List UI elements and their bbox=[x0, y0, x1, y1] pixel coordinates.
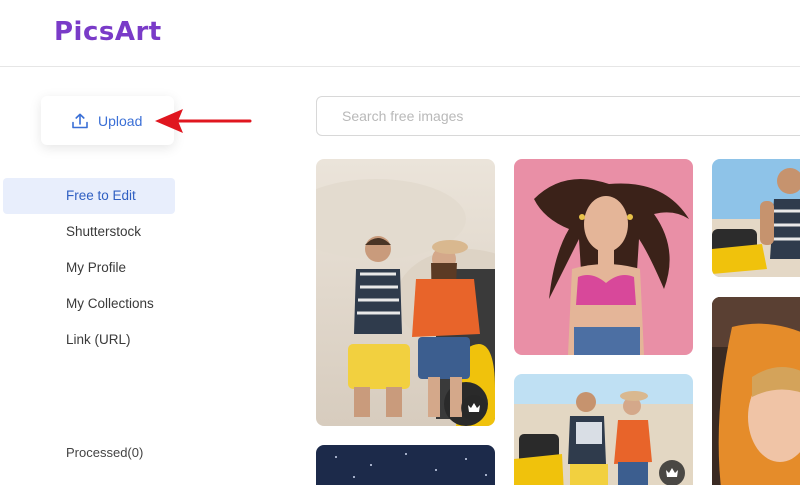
upload-icon bbox=[71, 112, 89, 130]
image-thumbnail-night-sky[interactable] bbox=[316, 445, 495, 485]
search-input[interactable] bbox=[317, 97, 800, 135]
man-quad-image bbox=[712, 159, 800, 277]
image-thumbnail-woman-pink[interactable] bbox=[514, 159, 693, 355]
woman-portrait-image bbox=[712, 297, 800, 485]
top-header: PicsArt bbox=[0, 0, 800, 67]
image-thumbnail-couple-quad-desert[interactable] bbox=[514, 374, 693, 485]
search-bar bbox=[316, 96, 800, 136]
premium-badge bbox=[659, 460, 685, 485]
sidebar-item-free-to-edit[interactable]: Free to Edit bbox=[3, 178, 175, 214]
woman-pink-image bbox=[514, 159, 693, 355]
premium-badge bbox=[461, 395, 487, 421]
crown-icon bbox=[468, 403, 480, 412]
processed-count: Processed(0) bbox=[66, 445, 144, 460]
sidebar-item-my-profile[interactable]: My Profile bbox=[0, 250, 180, 286]
picsart-logo[interactable]: PicsArt bbox=[54, 17, 162, 47]
couple-quad-beach-image bbox=[316, 159, 495, 426]
image-thumbnail-man-quad[interactable] bbox=[712, 159, 800, 277]
image-thumbnail-woman-portrait[interactable] bbox=[712, 297, 800, 485]
image-thumbnail-couple-quad-beach[interactable] bbox=[316, 159, 495, 426]
sidebar-item-my-collections[interactable]: My Collections bbox=[0, 286, 180, 322]
night-sky-image bbox=[316, 445, 495, 485]
sidebar-nav: Free to Edit Shutterstock My Profile My … bbox=[0, 178, 180, 358]
red-arrow-annotation bbox=[155, 109, 252, 133]
crown-icon bbox=[666, 468, 678, 477]
upload-label: Upload bbox=[98, 112, 143, 129]
sidebar-item-link-url[interactable]: Link (URL) bbox=[0, 322, 180, 358]
sidebar-item-shutterstock[interactable]: Shutterstock bbox=[0, 214, 180, 250]
